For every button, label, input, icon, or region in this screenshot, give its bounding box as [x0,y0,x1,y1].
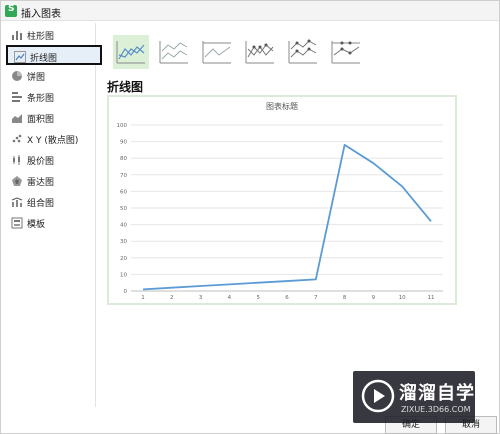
sidebar-item-radar[interactable]: 雷达图 [5,171,96,191]
x-tick-label: 10 [399,295,406,301]
sidebar-item-label: 雷达图 [27,178,55,188]
watermark: 溜溜自学 ZIXUE.3D66.COM [353,371,475,423]
line-chart-icon [14,51,26,63]
sidebar-item-label: 股价图 [27,157,55,167]
column-chart-icon [11,29,23,41]
pie-chart-icon [11,70,23,82]
x-tick-label: 7 [314,295,318,301]
stock-chart-icon [11,154,23,166]
sidebar-item-label: 模板 [27,220,46,230]
sidebar-item-label: 饼图 [27,73,46,83]
sidebar-item-area[interactable]: 面积图 [5,108,96,128]
line-subtype-icon[interactable] [113,35,149,69]
title-bar: 插入图表 [1,1,499,21]
x-tick-label: 3 [199,295,203,301]
y-tick-label: 30 [120,239,127,245]
chart-title: 图表标题 [266,101,298,111]
chart-type-sidebar: 柱形图 折线图 饼图 条形图 面积图 X Y (散点图) 股价图 雷达图 组合图… [5,23,102,407]
sidebar-item-line[interactable]: 折线图 [6,45,102,65]
sidebar-item-label: 柱形图 [27,32,55,42]
y-tick-label: 90 [120,140,127,146]
y-tick-label: 80 [120,156,127,162]
sidebar-item-label: 面积图 [27,115,55,125]
radar-chart-icon [11,175,23,187]
y-tick-label: 100 [117,123,128,129]
chart-preview[interactable]: 图表标题 0 10 20 30 40 50 60 70 80 90 100 1 2 3 4 5 6 7 8 9 10 11 [107,95,457,305]
bar-chart-icon [11,91,23,103]
dialog-title: 插入图表 [21,9,61,20]
x-tick-label: 2 [170,295,174,301]
sidebar-item-scatter[interactable]: X Y (散点图) [5,129,96,149]
play-logo-icon [361,379,395,413]
stacked-line-markers-subtype-icon[interactable] [285,35,321,69]
percent-stacked-line-subtype-icon[interactable] [199,35,235,69]
template-icon [11,217,23,229]
sidebar-item-label: 条形图 [27,94,55,104]
chart-type-title: 折线图 [107,80,144,94]
y-tick-label: 50 [120,206,127,212]
stacked-line-subtype-icon[interactable] [156,35,192,69]
x-tick-label: 1 [141,295,145,301]
x-tick-label: 5 [256,295,260,301]
sidebar-item-template[interactable]: 模板 [5,213,96,233]
series-line [142,144,432,291]
y-tick-label: 60 [120,189,127,195]
sidebar-item-stock[interactable]: 股价图 [5,150,96,170]
x-tick-label: 11 [428,295,435,301]
sidebar-item-bar[interactable]: 条形图 [5,87,96,107]
sidebar-item-label: 组合图 [27,199,55,209]
combo-chart-icon [11,196,23,208]
y-tick-label: 40 [120,223,127,229]
sidebar-item-combo[interactable]: 组合图 [5,192,96,212]
y-tick-label: 70 [120,173,127,179]
sidebar-item-label: 折线图 [30,54,58,64]
app-logo-icon [5,4,17,17]
scatter-chart-icon [11,133,23,145]
x-tick-label: 8 [343,295,347,301]
y-tick-label: 10 [120,272,127,278]
y-tick-label: 20 [120,256,127,262]
watermark-subtitle: ZIXUE.3D66.COM [401,405,471,414]
insert-chart-dialog: 插入图表 柱形图 折线图 饼图 条形图 面积图 X Y (散点图) 股价图 [0,0,500,434]
sidebar-item-pie[interactable]: 饼图 [5,66,96,86]
line-chart: 图表标题 0 10 20 30 40 50 60 70 80 90 100 1 2 3 4 5 6 7 8 9 10 11 [117,101,443,301]
sidebar-item-column[interactable]: 柱形图 [5,25,96,45]
area-chart-icon [11,112,23,124]
percent-stacked-line-markers-subtype-icon[interactable] [328,35,364,69]
x-tick-label: 4 [228,295,232,301]
y-tick-label: 0 [124,289,128,295]
line-markers-subtype-icon[interactable] [242,35,278,69]
x-tick-label: 9 [372,295,376,301]
sidebar-item-label: X Y (散点图) [27,136,79,146]
x-tick-label: 6 [285,295,289,301]
watermark-title: 溜溜自学 [399,383,475,404]
